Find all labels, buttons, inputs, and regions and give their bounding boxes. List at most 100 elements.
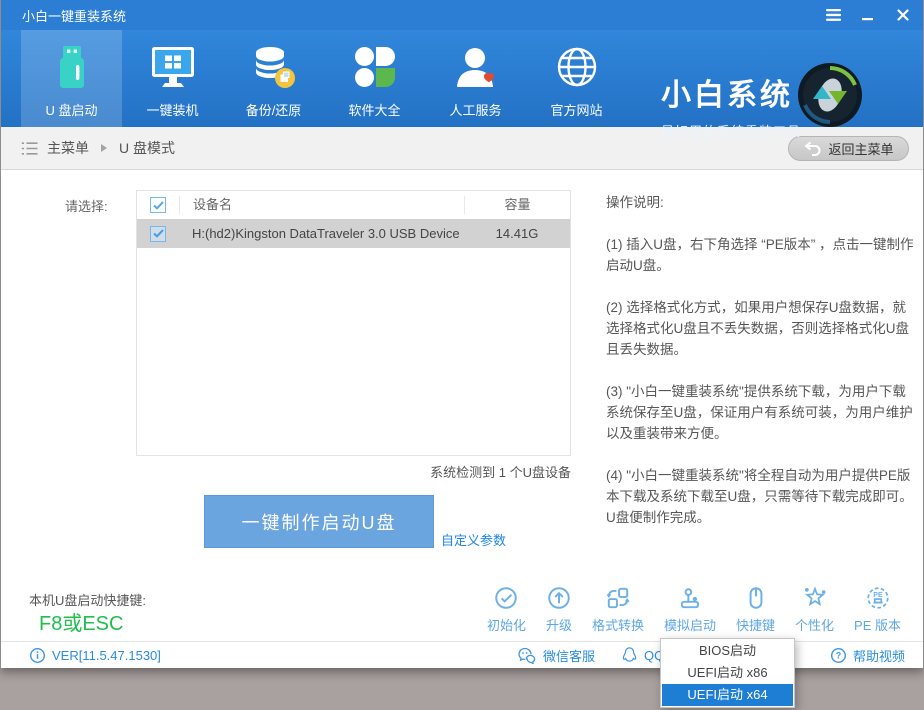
mouse-icon [743, 584, 769, 612]
app-window: 小白一键重装系统 [0, 0, 924, 668]
navbar: U 盘启动 一键装机 [1, 30, 923, 127]
tool-label: 模拟启动 [664, 615, 716, 634]
hamburger-icon [826, 9, 841, 21]
nav-label: U 盘启动 [45, 100, 97, 119]
menu-item-uefi-x64[interactable]: UEFI启动 x64 [662, 684, 793, 706]
menu-button[interactable] [825, 7, 841, 23]
toolbar: 初始化 升级 格式转换 [477, 584, 911, 634]
make-boot-usb-button[interactable]: 一键制作启动U盘 [204, 495, 434, 548]
svg-text:PE: PE [873, 592, 883, 599]
close-button[interactable] [895, 7, 911, 23]
select-all-checkbox[interactable] [150, 197, 166, 213]
help-label: 帮助视频 [853, 646, 905, 665]
support-person-icon [454, 42, 498, 92]
tool-label: 升级 [546, 615, 572, 634]
device-checkbox[interactable] [150, 226, 166, 242]
format-convert-icon [605, 584, 631, 612]
tool-label: 快捷键 [736, 615, 775, 634]
nav-item-human-support[interactable]: 人工服务 [425, 30, 526, 127]
tool-label: PE 版本 [854, 615, 901, 634]
star-burst-icon [802, 584, 828, 612]
version-info: VER[11.5.47.1530] [29, 642, 161, 668]
apps-clover-icon [353, 42, 397, 92]
boot-mode-popup-menu: BIOS启动 UEFI启动 x86 UEFI启动 x64 [660, 638, 795, 708]
checkmark-icon [153, 201, 164, 210]
init-check-circle-icon [493, 584, 519, 612]
nav-item-software-center[interactable]: 软件大全 [324, 30, 425, 127]
checkmark-icon [153, 229, 164, 238]
nav-label: 人工服务 [449, 100, 501, 119]
qq-penguin-icon [621, 646, 638, 664]
tool-label: 初始化 [487, 615, 526, 634]
usb-drive-icon [52, 42, 92, 92]
help-video-link[interactable]: ? 帮助视频 [830, 642, 905, 668]
brand-logo-icon [797, 62, 863, 128]
minimize-icon [862, 8, 874, 22]
breadcrumb-main-menu[interactable]: 主菜单 [47, 138, 89, 158]
custom-params-link[interactable]: 自定义参数 [441, 530, 506, 549]
question-icon: ? [830, 647, 847, 664]
tool-format-convert[interactable]: 格式转换 [582, 584, 654, 634]
device-row[interactable]: H:(hd2)Kingston DataTraveler 3.0 USB Dev… [137, 219, 570, 248]
tool-label: 个性化 [795, 615, 834, 634]
tool-pe-version[interactable]: PE PE 版本 [844, 584, 911, 634]
tool-personalize[interactable]: 个性化 [785, 584, 844, 634]
instruction-step-3: (3) "小白一键重装系统"提供系统下载，为用户下载系统保存至U盘，保证用户有系… [606, 381, 914, 444]
back-to-main-menu-button[interactable]: 返回主菜单 [788, 136, 909, 161]
device-table: 设备名 容量 H:(hd2)Kingston DataTraveler 3.0 … [136, 190, 571, 456]
device-capacity-cell: 14.41G [464, 225, 570, 243]
globe-icon [554, 42, 600, 92]
tool-simulate-boot[interactable]: 模拟启动 [654, 584, 726, 634]
joystick-icon [677, 584, 703, 612]
back-arrow-icon [803, 141, 821, 156]
instructions-panel: 操作说明: (1) 插入U盘，右下角选择 “PE版本” ，点击一键制作启动U盘。… [606, 192, 914, 528]
tool-upgrade[interactable]: 升级 [536, 584, 582, 634]
tool-initialize[interactable]: 初始化 [477, 584, 536, 634]
pe-version-icon: PE [865, 584, 891, 612]
bottom-utility-row: 本机U盘启动快捷键: F8或ESC 初始化 升级 [1, 577, 923, 641]
version-text: VER[11.5.47.1530] [52, 648, 161, 663]
minimize-button[interactable] [860, 7, 876, 23]
detection-status-text: 系统检测到 1 个U盘设备 [136, 462, 571, 481]
instructions-title: 操作说明: [606, 192, 914, 213]
device-name-cell: H:(hd2)Kingston DataTraveler 3.0 USB Dev… [179, 225, 464, 243]
tool-label: 格式转换 [592, 615, 644, 634]
titlebar: 小白一键重装系统 [1, 0, 923, 30]
upgrade-arrow-circle-icon [546, 584, 572, 612]
menu-item-bios-boot[interactable]: BIOS启动 [662, 640, 793, 662]
app: 小白一键重装系统 [0, 0, 924, 710]
window-controls [825, 7, 911, 23]
main-content: 请选择: 设备名 容量 [1, 170, 923, 577]
nav-item-backup-restore[interactable]: 备份/还原 [223, 30, 324, 127]
nav-label: 官方网站 [550, 100, 602, 119]
column-header-capacity: 容量 [464, 196, 570, 214]
wechat-support-link[interactable]: 微信客服 [518, 642, 595, 668]
nav-label: 一键装机 [146, 100, 198, 119]
instruction-step-1: (1) 插入U盘，右下角选择 “PE版本” ，点击一键制作启动U盘。 [606, 234, 914, 276]
monitor-icon [150, 42, 196, 92]
svg-text:?: ? [836, 650, 841, 660]
close-icon [897, 9, 909, 21]
info-icon [29, 647, 46, 664]
brand-name: 小白系统 [661, 70, 801, 114]
brand: 小白系统 最好用的系统重装工具 [661, 70, 801, 140]
hotkey-value: F8或ESC [39, 607, 123, 636]
list-icon [21, 142, 38, 155]
device-table-header: 设备名 容量 [137, 191, 570, 219]
tool-hotkeys[interactable]: 快捷键 [726, 584, 785, 634]
nav-item-one-click-install[interactable]: 一键装机 [122, 30, 223, 127]
nav-item-usb-boot[interactable]: U 盘启动 [21, 30, 122, 127]
column-header-device-name: 设备名 [179, 196, 464, 214]
brand-slogan: 最好用的系统重装工具 [661, 121, 801, 140]
wechat-icon [518, 647, 537, 664]
breadcrumb-arrow-icon [101, 144, 107, 152]
instruction-step-4: (4) "小白一键重装系统"将全程自动为用户提供PE版本下载及系统下载至U盘，只… [606, 465, 914, 528]
menu-item-uefi-x86[interactable]: UEFI启动 x86 [662, 662, 793, 684]
qq-group-link[interactable]: QQ [621, 642, 664, 668]
nav-label: 备份/还原 [246, 100, 302, 119]
select-prompt-label: 请选择: [65, 196, 108, 215]
nav-label: 软件大全 [348, 100, 400, 119]
breadcrumb-current: U 盘模式 [119, 138, 175, 158]
backup-database-icon [251, 42, 297, 92]
nav-item-official-website[interactable]: 官方网站 [526, 30, 627, 127]
